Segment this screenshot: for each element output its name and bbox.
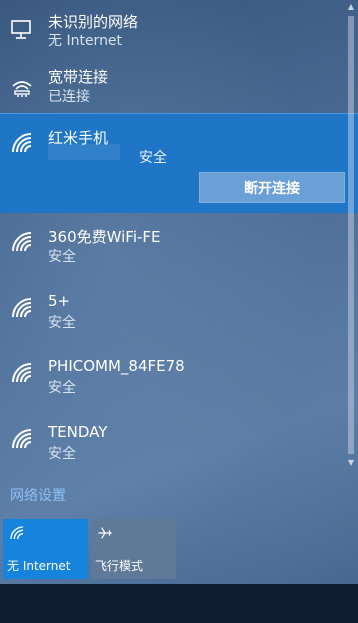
wifi-icon bbox=[9, 525, 25, 541]
network-settings-link[interactable]: 网络设置 bbox=[10, 485, 66, 505]
tile-label: 无 Internet bbox=[7, 559, 71, 573]
network-name: 5+ bbox=[48, 292, 71, 310]
network-item-unidentified[interactable]: 未识别的网络 无 Internet bbox=[0, 0, 344, 56]
scroll-down-icon[interactable]: ▼ bbox=[346, 458, 356, 467]
scrollbar[interactable]: ▲ ▼ bbox=[346, 2, 356, 470]
network-status: 已连接 bbox=[48, 89, 90, 105]
wifi-icon bbox=[10, 296, 34, 320]
divider bbox=[0, 113, 358, 114]
network-name: 未识别的网络 bbox=[48, 13, 139, 31]
scrollbar-thumb[interactable] bbox=[348, 16, 354, 454]
network-name: TENDAY bbox=[48, 423, 108, 441]
active-network-item[interactable]: 红米手机 安全 断开连接 bbox=[0, 113, 358, 213]
wifi-item[interactable]: 360免费WiFi-FE 安全 bbox=[0, 218, 344, 274]
security-label: 安全 bbox=[48, 446, 76, 462]
monitor-icon bbox=[10, 18, 34, 42]
network-name: 360免费WiFi-FE bbox=[48, 228, 161, 246]
disconnect-button[interactable]: 断开连接 bbox=[199, 172, 345, 203]
wifi-icon bbox=[10, 131, 34, 155]
security-label: 安全 bbox=[139, 150, 167, 166]
redacted-area bbox=[48, 144, 120, 160]
taskbar bbox=[0, 584, 358, 623]
network-name: PHICOMM_84FE78 bbox=[48, 357, 185, 375]
tile-label: 飞行模式 bbox=[95, 559, 144, 573]
network-status: 无 Internet bbox=[48, 33, 123, 49]
wifi-icon bbox=[10, 230, 34, 254]
security-label: 安全 bbox=[48, 249, 76, 265]
security-label: 安全 bbox=[48, 380, 76, 396]
wifi-tile[interactable]: 无 Internet bbox=[3, 519, 88, 579]
security-label: 安全 bbox=[48, 315, 76, 331]
scroll-up-icon[interactable]: ▲ bbox=[346, 2, 356, 11]
wifi-item[interactable]: PHICOMM_84FE78 安全 bbox=[0, 349, 344, 405]
wifi-item[interactable]: 5+ 安全 bbox=[0, 284, 344, 340]
network-name: 宽带连接 bbox=[48, 68, 109, 86]
airplane-icon bbox=[97, 525, 113, 541]
wifi-icon bbox=[10, 361, 34, 385]
network-item-broadband[interactable]: 宽带连接 已连接 bbox=[0, 56, 344, 112]
airplane-mode-tile[interactable]: 飞行模式 bbox=[91, 519, 176, 579]
dialup-icon bbox=[10, 76, 34, 100]
wifi-item[interactable]: TENDAY 安全 bbox=[0, 415, 344, 471]
wifi-icon bbox=[10, 427, 34, 451]
